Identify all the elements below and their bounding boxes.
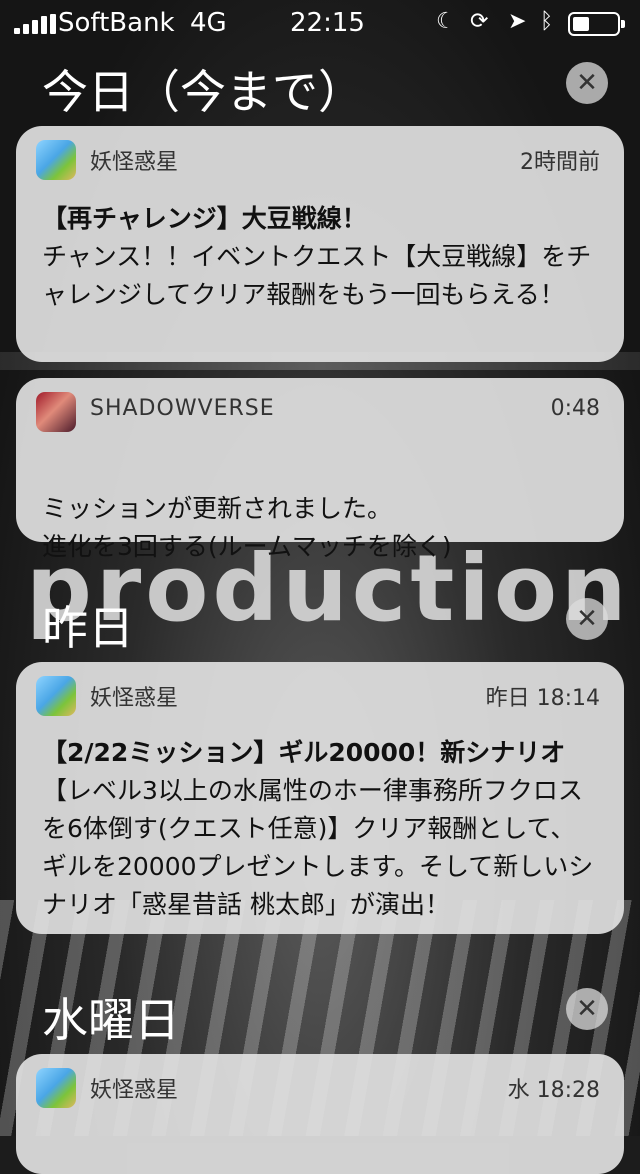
app-name: 妖怪惑星 (90, 150, 179, 175)
app-name: 妖怪惑星 (90, 1078, 179, 1103)
status-time: 22:15 (290, 8, 365, 38)
clear-section-button[interactable]: ✕ (566, 988, 608, 1030)
app-name: 妖怪惑星 (90, 686, 179, 711)
notification-card[interactable]: SHADOWVERSE 0:48 ミッションが更新されました。 進化を3回する(… (16, 378, 624, 561)
app-icon (36, 392, 76, 432)
app-name: SHADOWVERSE (90, 396, 275, 421)
notification-title: 【2/22ミッション】ギル20000！新シナリオ (42, 738, 566, 767)
app-icon (36, 140, 76, 180)
location-arrow-icon: ➤ (508, 9, 527, 34)
notification-card[interactable]: 妖怪惑星 2時間前 【再チャレンジ】大豆戦線！ チャンス！！イベントクエスト【大… (16, 126, 624, 362)
carrier-name: SoftBank (58, 8, 175, 38)
notification-title: 【再チャレンジ】大豆戦線！ (42, 204, 367, 233)
bluetooth-icon: ᛒ (540, 9, 554, 34)
notification-time: 昨日 18:14 (485, 686, 600, 711)
rotation-lock-icon: ⟳ (470, 9, 489, 34)
notification-time: 0:48 (550, 396, 600, 421)
clear-section-button[interactable]: ✕ (566, 62, 608, 104)
notification-header: 妖怪惑星 昨日 18:14 (16, 662, 624, 726)
notification-message: ミッションが更新されました。 進化を3回する(ルームマッチを除く) (42, 494, 452, 561)
app-icon (36, 1068, 76, 1108)
notification-message: 【レベル3以上の水属性のホー律事務所フクロスを6体倒す(クエスト任意)】クリア報… (42, 776, 594, 919)
battery-icon (568, 12, 625, 36)
status-bar: SoftBank 4G 22:15 ☾ ⟳ ➤ ᛒ (0, 0, 640, 48)
close-icon: ✕ (576, 604, 598, 634)
notification-body: 【再チャレンジ】大豆戦線！ チャンス！！イベントクエスト【大豆戦線】をチャレンジ… (42, 200, 598, 314)
notification-message: チャンス！！イベントクエスト【大豆戦線】をチャレンジしてクリア報酬をもう一回もら… (42, 242, 592, 309)
network-type: 4G (190, 8, 227, 38)
close-icon: ✕ (576, 68, 598, 98)
notification-time: 水 18:28 (507, 1078, 600, 1103)
notification-header: SHADOWVERSE 0:48 (16, 378, 624, 442)
notification-body: ミッションが更新されました。 進化を3回する(ルームマッチを除く) (42, 452, 598, 604)
notification-time: 2時間前 (520, 150, 600, 175)
notification-card[interactable]: 妖怪惑星 水 18:28 (16, 1054, 624, 1174)
notification-header: 妖怪惑星 2時間前 (16, 126, 624, 190)
moon-icon: ☾ (436, 9, 456, 34)
section-title: 昨日 (42, 601, 134, 655)
notification-card[interactable]: 妖怪惑星 昨日 18:14 【2/22ミッション】ギル20000！新シナリオ 【… (16, 662, 624, 934)
close-icon: ✕ (576, 994, 598, 1024)
section-title: 今日（今まで） (42, 65, 364, 119)
signal-strength-icon (14, 14, 56, 34)
notification-body: 【2/22ミッション】ギル20000！新シナリオ 【レベル3以上の水属性のホー律… (42, 734, 598, 924)
app-icon (36, 676, 76, 716)
section-title: 水曜日 (42, 993, 180, 1047)
notification-header: 妖怪惑星 水 18:28 (16, 1054, 624, 1118)
clear-section-button[interactable]: ✕ (566, 598, 608, 640)
